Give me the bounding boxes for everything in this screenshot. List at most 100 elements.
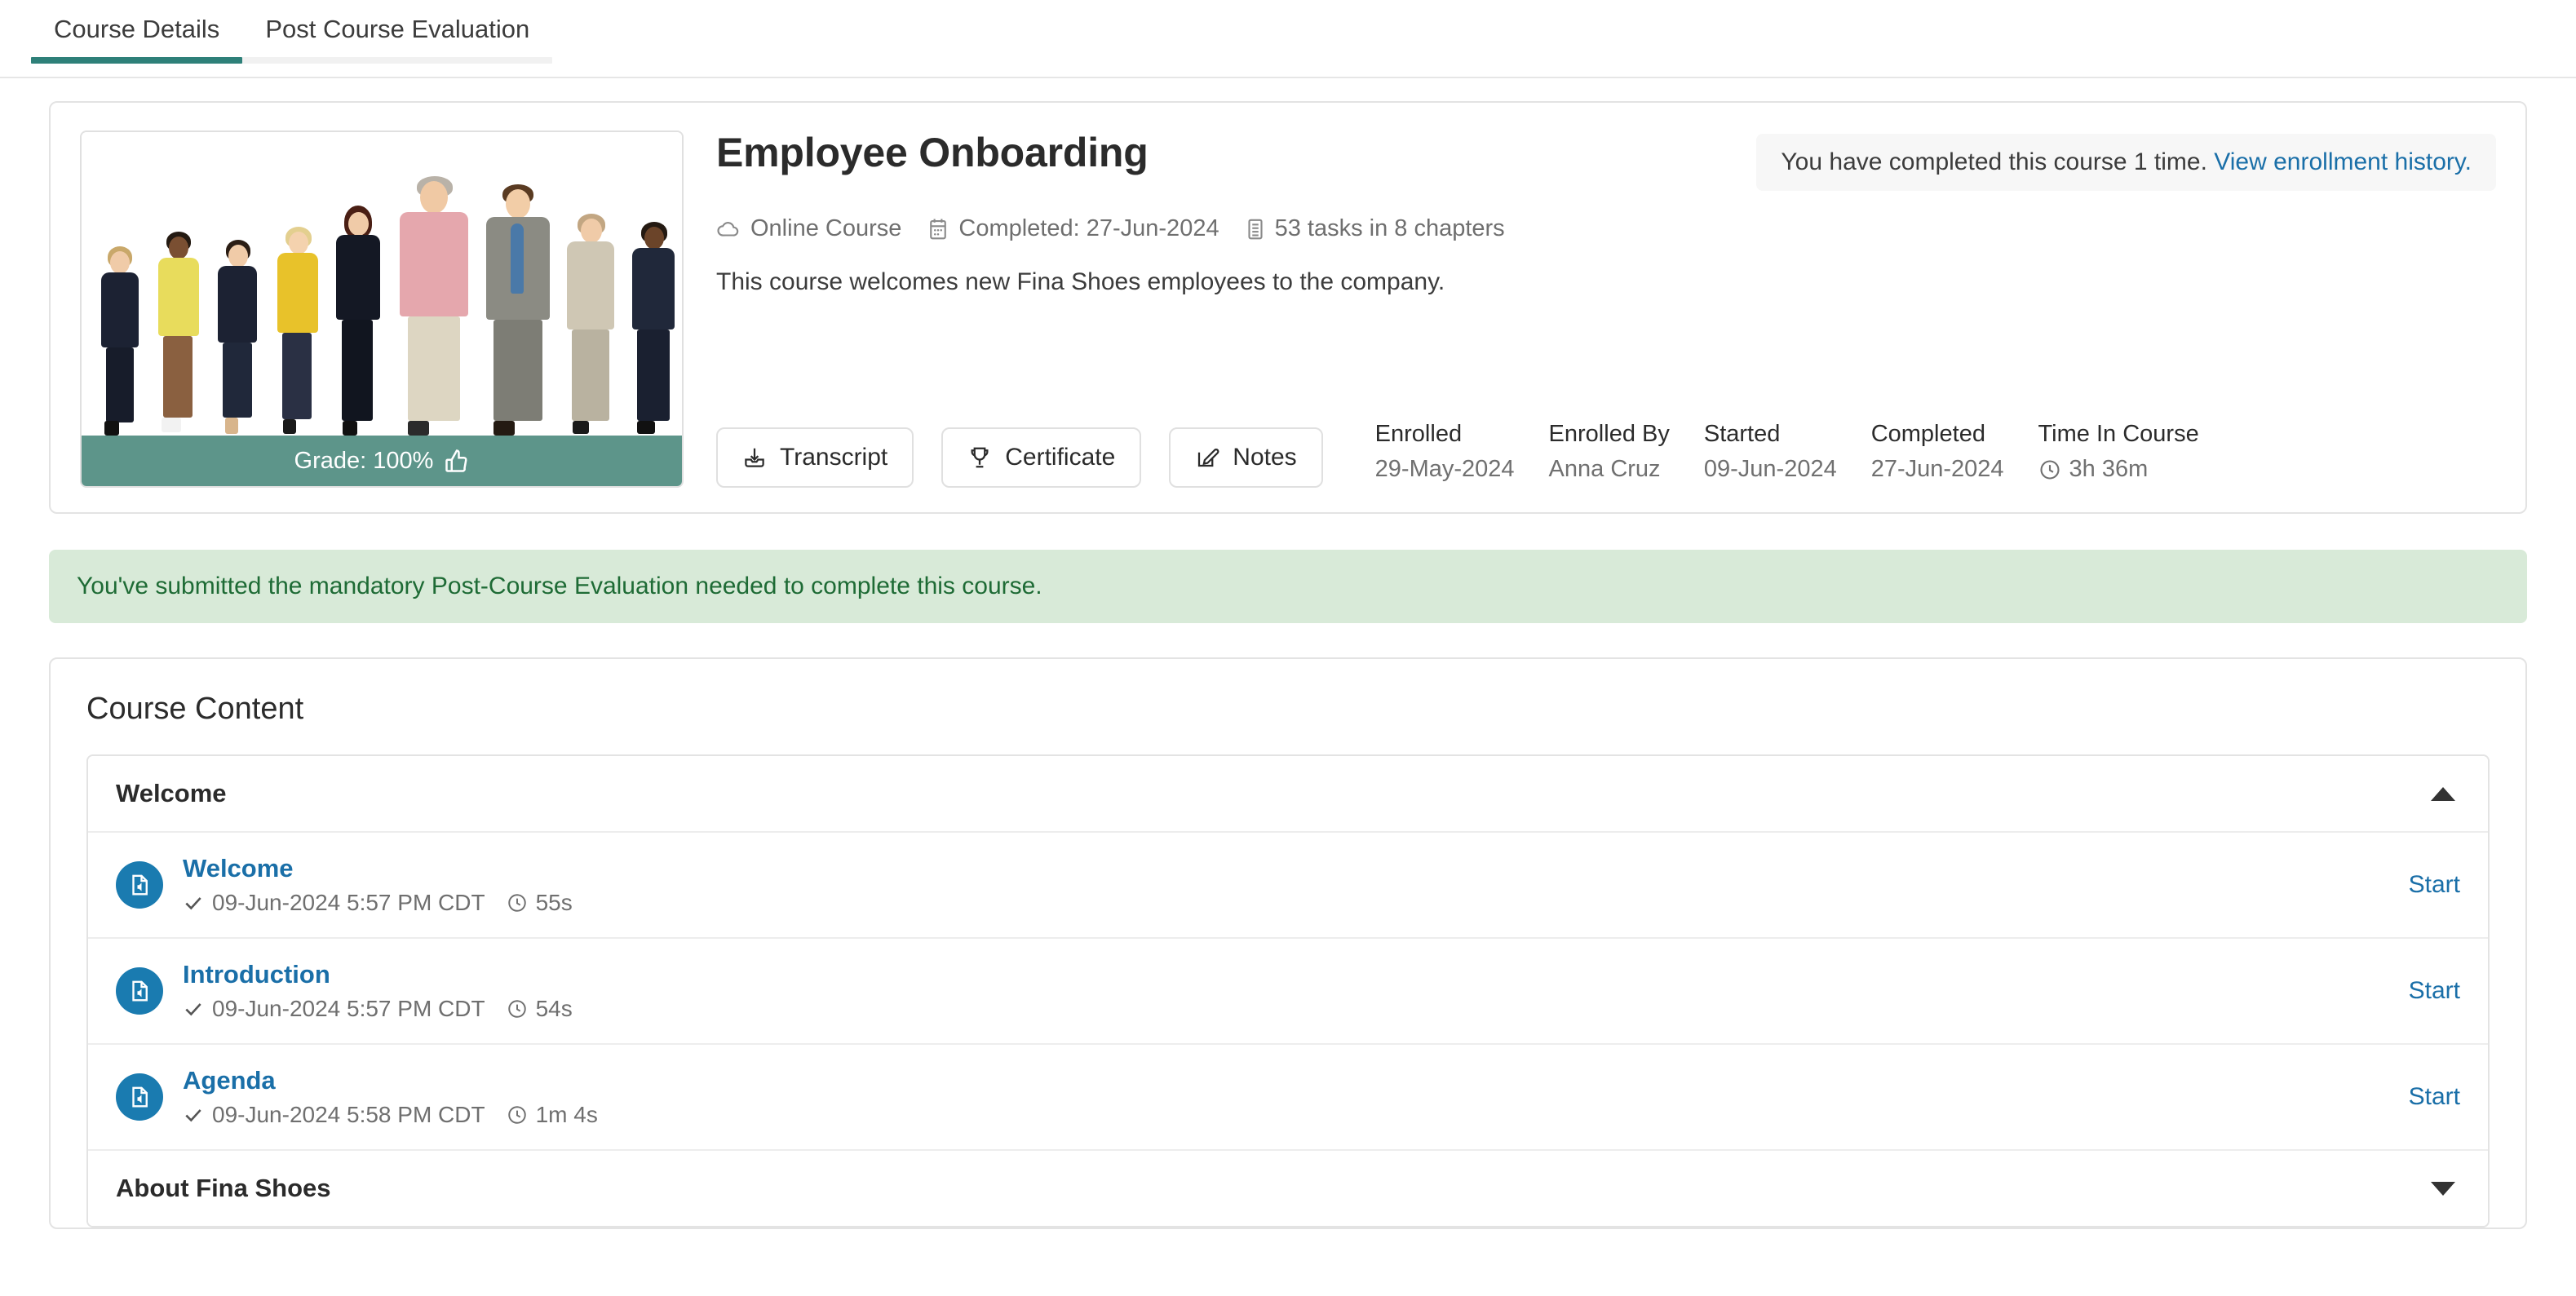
start-link[interactable]: Start xyxy=(2409,977,2460,1005)
stat-completed: Completed 27-Jun-2024 xyxy=(1871,421,2004,483)
check-icon xyxy=(185,1003,201,1016)
grade-label: Grade: 100% xyxy=(294,447,434,474)
document-audio-icon xyxy=(116,861,163,909)
lesson-duration: 1m 4s xyxy=(507,1102,598,1128)
notes-button-label: Notes xyxy=(1233,444,1297,471)
certificate-button-label: Certificate xyxy=(1005,444,1116,471)
document-audio-icon xyxy=(116,1073,163,1121)
list-icon xyxy=(1248,219,1263,239)
grade-badge: Grade: 100% xyxy=(82,436,682,486)
course-content-card: Course Content Welcome Welcome 09-Jun-20… xyxy=(49,657,2527,1229)
lesson-meta: 09-Jun-2024 5:57 PM CDT 55s xyxy=(183,890,573,916)
stat-enrolled-label: Enrolled xyxy=(1374,421,1463,447)
lesson-meta: 09-Jun-2024 5:58 PM CDT 1m 4s xyxy=(183,1102,598,1128)
calendar-icon xyxy=(930,219,947,239)
tab-bar: Course Details Post Course Evaluation xyxy=(0,0,2576,78)
meta-task-count: 53 tasks in 8 chapters xyxy=(1246,215,1505,242)
meta-task-count-label: 53 tasks in 8 chapters xyxy=(1274,215,1505,241)
lesson-name[interactable]: Agenda xyxy=(183,1066,598,1095)
lesson-duration-text: 54s xyxy=(535,996,573,1021)
evaluation-submitted-alert: You've submitted the mandatory Post-Cour… xyxy=(49,550,2527,623)
stat-time-in-course-label: Time In Course xyxy=(2038,421,2199,447)
clock-icon xyxy=(507,1000,526,1018)
transcript-icon xyxy=(745,448,764,467)
lesson-duration-text: 55s xyxy=(535,890,573,915)
lesson-meta: 09-Jun-2024 5:57 PM CDT 54s xyxy=(183,996,573,1022)
lesson-duration: 55s xyxy=(507,890,573,916)
notes-button[interactable]: Notes xyxy=(1169,427,1323,488)
chapter-header-about-fina-shoes[interactable]: About Fina Shoes xyxy=(88,1149,2488,1226)
notes-icon xyxy=(1198,449,1219,467)
lesson-completed-date-text: 09-Jun-2024 5:57 PM CDT xyxy=(212,996,485,1021)
table-row[interactable]: Welcome 09-Jun-2024 5:57 PM CDT 55s Star… xyxy=(88,831,2488,937)
enrollment-note-text: You have completed this course 1 time. xyxy=(1781,148,2207,175)
check-icon xyxy=(185,897,201,910)
course-info: Employee Onboarding You have completed t… xyxy=(684,130,2496,488)
stat-time-in-course: Time In Course 3h 36m xyxy=(2038,421,2199,483)
document-audio-icon xyxy=(116,967,163,1015)
cloud-icon xyxy=(717,221,739,237)
lesson-completed-date-text: 09-Jun-2024 5:58 PM CDT xyxy=(212,1102,485,1127)
course-thumbnail: Grade: 100% xyxy=(80,130,684,488)
trophy-icon xyxy=(971,447,989,468)
tab-course-details-label: Course Details xyxy=(54,15,220,43)
chapter-title-welcome: Welcome xyxy=(116,779,227,807)
start-link[interactable]: Start xyxy=(2409,871,2460,899)
lesson-completed-date: 09-Jun-2024 5:57 PM CDT xyxy=(183,890,485,916)
tab-active-indicator xyxy=(31,57,243,64)
course-content-heading: Course Content xyxy=(86,692,304,726)
meta-online-course-label: Online Course xyxy=(750,215,902,241)
stat-enrolled-by-value: Anna Cruz xyxy=(1548,456,1661,482)
lesson-name[interactable]: Welcome xyxy=(183,854,573,883)
tab-post-course-evaluation-label: Post Course Evaluation xyxy=(265,15,530,43)
table-row[interactable]: Introduction 09-Jun-2024 5:57 PM CDT 54s xyxy=(88,937,2488,1043)
transcript-button[interactable]: Transcript xyxy=(716,427,914,488)
title-row: Employee Onboarding You have completed t… xyxy=(716,130,2496,191)
lesson-text: Agenda 09-Jun-2024 5:58 PM CDT 1m 4s xyxy=(183,1066,598,1128)
tab-course-details[interactable]: Course Details xyxy=(31,0,243,64)
tab-post-course-evaluation[interactable]: Post Course Evaluation xyxy=(242,0,553,64)
meta-completed-date: Completed: 27-Jun-2024 xyxy=(927,215,1219,242)
stat-completed-label: Completed xyxy=(1870,421,1985,447)
meta-online-course: Online Course xyxy=(716,215,901,242)
course-thumbnail-image xyxy=(82,132,682,486)
start-link[interactable]: Start xyxy=(2409,1083,2460,1111)
lesson-text: Introduction 09-Jun-2024 5:57 PM CDT 54s xyxy=(183,960,573,1022)
lesson-completed-date: 09-Jun-2024 5:57 PM CDT xyxy=(183,996,485,1022)
stat-enrolled: Enrolled 29-May-2024 xyxy=(1375,421,1515,483)
clock-icon xyxy=(2039,459,2060,480)
chapter-title-about-fina-shoes: About Fina Shoes xyxy=(116,1174,331,1202)
view-enrollment-history-link[interactable]: View enrollment history. xyxy=(2214,148,2472,175)
page-body: Grade: 100% Employee Onboarding You have… xyxy=(0,101,2576,1229)
transcript-button-label: Transcript xyxy=(780,444,888,471)
lesson-duration: 54s xyxy=(507,996,573,1022)
lesson-info: Agenda 09-Jun-2024 5:58 PM CDT 1m 4s xyxy=(116,1066,598,1128)
chevron-down-icon[interactable] xyxy=(2431,1181,2455,1196)
actions-and-stats-row: Transcript Certificate Notes Enrolled 29… xyxy=(716,383,2496,488)
lesson-info: Introduction 09-Jun-2024 5:57 PM CDT 54s xyxy=(116,960,573,1022)
clock-icon xyxy=(507,894,526,912)
certificate-button[interactable]: Certificate xyxy=(941,427,1142,488)
group-photo-illustration xyxy=(82,166,682,436)
chapter-list: Welcome Welcome 09-Jun-2024 5:57 PM CDT … xyxy=(86,754,2490,1227)
thumbs-up-icon xyxy=(445,449,467,472)
stat-enrolled-value: 29-May-2024 xyxy=(1374,456,1515,482)
lesson-text: Welcome 09-Jun-2024 5:57 PM CDT 55s xyxy=(183,854,573,916)
clock-icon xyxy=(507,1106,526,1124)
lesson-info: Welcome 09-Jun-2024 5:57 PM CDT 55s xyxy=(116,854,573,916)
lesson-name[interactable]: Introduction xyxy=(183,960,573,989)
stat-enrolled-by-label: Enrolled By xyxy=(1548,421,1670,447)
evaluation-submitted-alert-text: You've submitted the mandatory Post-Cour… xyxy=(77,573,1042,599)
lesson-completed-date: 09-Jun-2024 5:58 PM CDT xyxy=(183,1102,485,1128)
stat-enrolled-by: Enrolled By Anna Cruz xyxy=(1549,421,1670,483)
course-description: This course welcomes new Fina Shoes empl… xyxy=(716,268,1445,295)
table-row[interactable]: Agenda 09-Jun-2024 5:58 PM CDT 1m 4s Sta… xyxy=(88,1043,2488,1149)
stat-completed-value: 27-Jun-2024 xyxy=(1870,456,2004,482)
lesson-duration-text: 1m 4s xyxy=(535,1102,598,1127)
stat-started-label: Started xyxy=(1703,421,1781,447)
chevron-up-icon[interactable] xyxy=(2431,786,2455,801)
course-header-card: Grade: 100% Employee Onboarding You have… xyxy=(49,101,2527,514)
meta-completed-date-label: Completed: 27-Jun-2024 xyxy=(958,215,1219,241)
check-icon xyxy=(185,1109,201,1122)
chapter-header-welcome[interactable]: Welcome xyxy=(88,756,2488,831)
